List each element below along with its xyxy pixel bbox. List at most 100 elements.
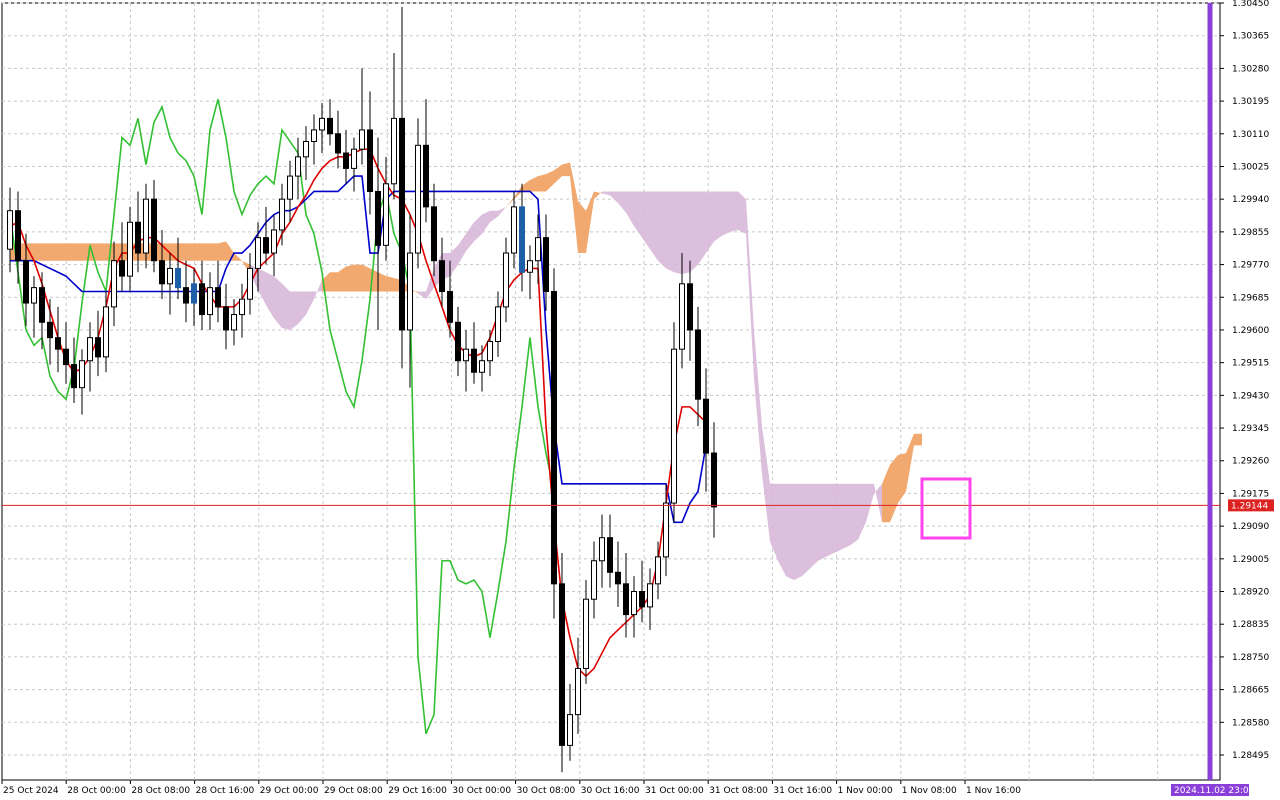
- candle-body: [271, 229, 277, 254]
- candle: [215, 260, 221, 323]
- y-tick-label: 1.29005: [1232, 555, 1269, 565]
- candle: [439, 237, 445, 307]
- candle: [615, 541, 621, 607]
- y-tick-label: 1.30025: [1232, 162, 1269, 172]
- candle-body: [399, 117, 405, 331]
- x-tick-label: 31 Oct 08:00: [709, 786, 768, 796]
- x-tick-label: 30 Oct 08:00: [517, 786, 576, 796]
- candle-body: [135, 221, 141, 254]
- tenkan-line: [9, 148, 707, 678]
- candle: [271, 214, 277, 277]
- y-tick-label: 1.30365: [1232, 32, 1269, 42]
- candle-body: [487, 340, 493, 362]
- candle: [319, 103, 325, 154]
- candle-body: [335, 133, 341, 154]
- y-tick-label: 1.29430: [1232, 391, 1269, 401]
- x-tick-label: 31 Oct 00:00: [645, 786, 704, 796]
- candle-body: [103, 306, 109, 358]
- candle-body: [527, 260, 533, 273]
- x-tick-label: 28 Oct 08:00: [131, 786, 190, 796]
- candle-body: [311, 129, 317, 142]
- candle-body: [151, 198, 157, 262]
- candle: [471, 322, 477, 384]
- candle: [607, 514, 613, 588]
- y-tick-label: 1.28495: [1232, 751, 1269, 761]
- candle-body: [255, 237, 261, 269]
- candle: [383, 156, 389, 261]
- candle-body: [207, 287, 213, 316]
- candle: [207, 272, 213, 330]
- candle-body: [375, 190, 381, 246]
- candle: [399, 6, 405, 369]
- x-tick-label: 1 Nov 00:00: [838, 786, 893, 796]
- candle-body: [167, 267, 173, 285]
- candle: [559, 553, 565, 773]
- candle: [191, 268, 197, 327]
- candle-body: [647, 583, 653, 608]
- candle-body: [495, 306, 501, 342]
- candle-body: [591, 560, 597, 600]
- candle-body: [407, 252, 413, 331]
- time-axis: 25 Oct 2024 28 Oct 00:00 28 Oct 08:00 28 Oc…: [1, 780, 1021, 796]
- candle: [647, 568, 653, 630]
- candle-body: [47, 321, 53, 339]
- candle-body: [671, 348, 677, 504]
- x-tick-label: 28 Oct 00:00: [67, 786, 126, 796]
- candle-body: [215, 287, 221, 308]
- y-tick-label: 1.29685: [1232, 293, 1269, 303]
- candle-body: [391, 117, 397, 185]
- candle: [247, 253, 253, 315]
- x-tick-label: 29 Oct 16:00: [388, 786, 447, 796]
- candle-body: [159, 260, 165, 285]
- y-tick-label: 1.29600: [1232, 326, 1269, 336]
- indicator-lines: [9, 98, 707, 735]
- candle-body: [471, 348, 477, 373]
- x-tick-label: 25 Oct 2024: [3, 786, 59, 796]
- candle-body: [543, 237, 549, 292]
- candle-body: [383, 183, 389, 246]
- candle: [695, 306, 701, 427]
- candle-body: [503, 252, 509, 308]
- y-tick-label: 1.29345: [1232, 424, 1269, 434]
- candle: [295, 137, 301, 200]
- candle: [343, 129, 349, 184]
- y-tick-label: 1.28920: [1232, 588, 1269, 598]
- y-tick-label: 1.29175: [1232, 489, 1269, 499]
- candle-body: [559, 583, 565, 746]
- candle-body: [455, 321, 461, 362]
- candle: [223, 283, 229, 350]
- y-tick-label: 1.28750: [1232, 653, 1269, 663]
- current-price-tag: 1.29144: [1228, 499, 1274, 512]
- candle-body: [623, 583, 629, 616]
- candle: [671, 322, 677, 523]
- candle-body: [703, 398, 709, 454]
- y-tick-label: 1.28835: [1232, 620, 1269, 630]
- candle-body: [575, 667, 581, 716]
- candle: [591, 541, 597, 619]
- candle-body: [63, 348, 69, 366]
- x-tick-label: 30 Oct 00:00: [452, 786, 511, 796]
- candle-body: [111, 260, 117, 308]
- x-tick-label: 29 Oct 08:00: [324, 786, 383, 796]
- candle-body: [71, 364, 77, 389]
- candle: [287, 160, 293, 223]
- y-tick-label: 1.30110: [1232, 130, 1269, 140]
- candle: [567, 683, 573, 761]
- x-tick-label: 1 Nov 08:00: [902, 786, 957, 796]
- y-tick-label: 1.28665: [1232, 686, 1269, 696]
- candle-body: [519, 206, 525, 273]
- grid: [1, 2, 1221, 781]
- candle-body: [439, 260, 445, 292]
- candle-body: [511, 206, 517, 254]
- candlesticks: [7, 6, 717, 773]
- candle: [487, 329, 493, 377]
- candle-body: [367, 129, 373, 192]
- candle-body: [479, 360, 485, 373]
- candle-body: [655, 556, 661, 585]
- candle: [103, 291, 109, 373]
- candle: [15, 191, 21, 284]
- candle: [687, 260, 693, 361]
- candle-body: [119, 260, 125, 277]
- candle: [503, 237, 509, 323]
- candle-body: [23, 260, 29, 304]
